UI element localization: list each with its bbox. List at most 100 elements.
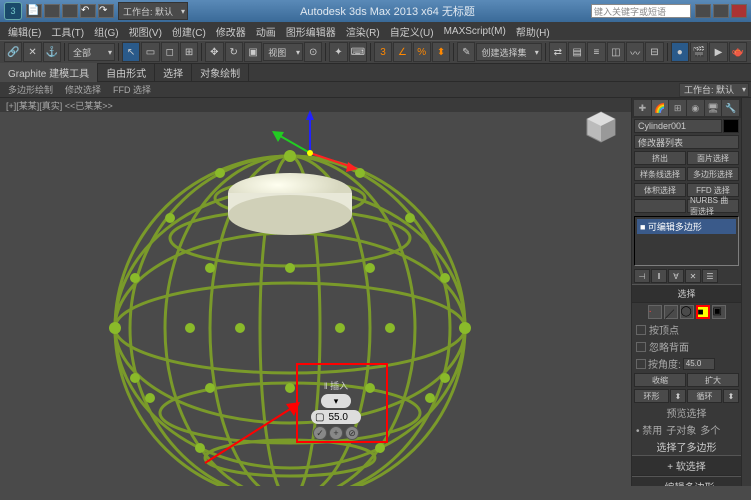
tb-window-icon[interactable]: ⊞ (180, 42, 198, 62)
tb-namesel-icon[interactable]: ✎ (457, 42, 475, 62)
subrib-ffd[interactable]: FFD 选择 (107, 82, 157, 97)
tb-matedit-icon[interactable]: ● (671, 42, 689, 62)
tb-renderframe-icon[interactable]: ▶ (709, 42, 727, 62)
viewcube[interactable] (581, 108, 621, 148)
menu-help[interactable]: 帮助(H) (512, 23, 554, 40)
btn-extrude[interactable]: 挤出 (634, 151, 686, 165)
subrib-modsel[interactable]: 修改选择 (59, 82, 107, 97)
angle-spinner[interactable]: 45.0 (683, 358, 715, 370)
tb-scale-icon[interactable]: ▣ (244, 42, 262, 62)
tb-keymode-icon[interactable]: ⌨ (349, 42, 367, 62)
cmdtab-create-icon[interactable]: ✚ (634, 100, 651, 116)
tb-selectrect-icon[interactable]: ◻ (161, 42, 179, 62)
modifier-stack[interactable]: ■ 可编辑多边形 (634, 216, 739, 266)
tb-save-icon[interactable] (62, 4, 78, 18)
subobj-border-icon[interactable]: ◯ (680, 305, 694, 319)
btn-nurbssel[interactable]: NURBS 曲面选择 (687, 199, 739, 213)
menu-group[interactable]: 组(G) (90, 23, 122, 40)
btn-splinesel[interactable]: 样条线选择 (634, 167, 686, 181)
subobj-edge-icon[interactable]: ／ (664, 305, 678, 319)
object-name-field[interactable]: Cylinder001 (634, 119, 722, 133)
subobj-element-icon[interactable]: ▣ (712, 305, 726, 319)
menu-modifiers[interactable]: 修改器 (212, 23, 250, 40)
menu-views[interactable]: 视图(V) (125, 23, 166, 40)
tb-redo-icon[interactable]: ↷ (98, 4, 114, 18)
viewport[interactable]: [+][某某][真实] <<已某某>> (0, 98, 631, 486)
subrib-polydraw[interactable]: 多边形绘制 (2, 82, 59, 97)
ribbon-tab-selection[interactable]: 选择 (155, 63, 192, 82)
btn-grow[interactable]: 扩大 (687, 373, 739, 387)
tb-schematic-icon[interactable]: ⊟ (645, 42, 663, 62)
subobj-polygon-icon[interactable]: ■ (696, 305, 710, 319)
cmdtab-display-icon[interactable]: 🖥 (705, 100, 722, 116)
subobj-vertex-icon[interactable]: · (648, 305, 662, 319)
rollout-softsel[interactable]: + 软选择 (632, 455, 741, 476)
close-icon[interactable] (731, 4, 747, 18)
menu-animation[interactable]: 动画 (252, 23, 280, 40)
tb-ribbon-icon[interactable]: ◫ (607, 42, 625, 62)
cmdtab-utilities-icon[interactable]: 🔧 (722, 100, 739, 116)
tb-bind-icon[interactable]: ⚓ (43, 42, 61, 62)
tb-pctsnap-icon[interactable]: % (413, 42, 431, 62)
menu-grapheditors[interactable]: 图形编辑器 (282, 23, 340, 40)
subrib-workspace[interactable]: 工作台: 默认 (679, 83, 749, 97)
btn-empty[interactable] (634, 199, 686, 213)
btn-loop[interactable]: 循环 (687, 389, 722, 403)
tb-anglesnap-icon[interactable]: ∠ (393, 42, 411, 62)
stack-pin-icon[interactable]: ⊣ (634, 269, 650, 283)
refcoord-combo[interactable]: 视图 (263, 43, 303, 61)
menu-edit[interactable]: 编辑(E) (4, 23, 45, 40)
tb-rotate-icon[interactable]: ↻ (225, 42, 243, 62)
cmdtab-motion-icon[interactable]: ◉ (687, 100, 704, 116)
rollout-selection[interactable]: 选择 (632, 284, 741, 303)
menu-maxscript[interactable]: MAXScript(M) (440, 25, 510, 38)
tb-new-icon[interactable]: 📄 (26, 4, 42, 18)
btn-shrink[interactable]: 收缩 (634, 373, 686, 387)
tb-open-icon[interactable] (44, 4, 60, 18)
menu-create[interactable]: 创建(C) (168, 23, 210, 40)
tb-spinnersnap-icon[interactable]: ⬍ (432, 42, 450, 62)
panel-scrollbar[interactable] (741, 98, 751, 486)
chk-byvertex[interactable] (636, 325, 646, 335)
btn-polysel[interactable]: 多边形选择 (687, 167, 739, 181)
help-search-input[interactable]: 键入关键字或短语 (591, 4, 691, 18)
tb-undo-icon[interactable]: ↶ (80, 4, 96, 18)
radio-subobj[interactable]: 子对象 (666, 422, 696, 437)
btn-ring[interactable]: 环形 (634, 389, 669, 403)
radio-multi[interactable]: 多个 (700, 422, 720, 437)
stack-show-icon[interactable]: ‖ (651, 269, 667, 283)
stack-item-editpoly[interactable]: ■ 可编辑多边形 (637, 219, 736, 234)
loop-spin[interactable]: ⬍ (723, 389, 739, 403)
caddy-apply-icon[interactable]: + (329, 426, 343, 440)
stack-config-icon[interactable]: ☰ (702, 269, 718, 283)
menu-tools[interactable]: 工具(T) (47, 23, 88, 40)
ribbon-tab-graphite[interactable]: Graphite 建模工具 (0, 63, 98, 82)
tb-align-icon[interactable]: ▤ (568, 42, 586, 62)
tb-rendersetup-icon[interactable]: 🎬 (690, 42, 708, 62)
ring-spin[interactable]: ⬍ (670, 389, 686, 403)
tb-pivot-icon[interactable]: ⊙ (304, 42, 322, 62)
menu-rendering[interactable]: 渲染(R) (342, 23, 384, 40)
minimize-icon[interactable] (695, 4, 711, 18)
modifier-list-combo[interactable]: 修改器列表 (634, 135, 739, 149)
ribbon-tab-paint[interactable]: 对象绘制 (192, 63, 249, 82)
namedsel-combo[interactable]: 创建选择集 (476, 43, 541, 61)
btn-patchsel[interactable]: 面片选择 (687, 151, 739, 165)
tb-selectname-icon[interactable]: ▭ (141, 42, 159, 62)
workspace-combo[interactable]: 工作台: 默认 (118, 2, 188, 20)
caddy-ok-icon[interactable]: ✓ (313, 426, 327, 440)
caddy-cancel-icon[interactable]: ⊘ (345, 426, 359, 440)
rollout-editpoly[interactable]: - 编辑多边形 (632, 476, 741, 486)
tb-manip-icon[interactable]: ✦ (329, 42, 347, 62)
cmdtab-hierarchy-icon[interactable]: ⊞ (669, 100, 686, 116)
caddy-mode-field[interactable]: ▾ (321, 394, 351, 408)
tb-selectlink-icon[interactable]: 🔗 (4, 42, 22, 62)
stack-unique-icon[interactable]: ∀ (668, 269, 684, 283)
ribbon-tab-freeform[interactable]: 自由形式 (98, 63, 155, 82)
tb-curve-icon[interactable]: 〰 (626, 42, 644, 62)
filter-combo[interactable]: 全部 (68, 43, 115, 61)
tb-move-icon[interactable]: ✥ (205, 42, 223, 62)
cmdtab-modify-icon[interactable]: 🌈 (652, 100, 669, 116)
chk-byangle[interactable] (636, 359, 646, 369)
tb-select-icon[interactable]: ↖ (122, 42, 140, 62)
